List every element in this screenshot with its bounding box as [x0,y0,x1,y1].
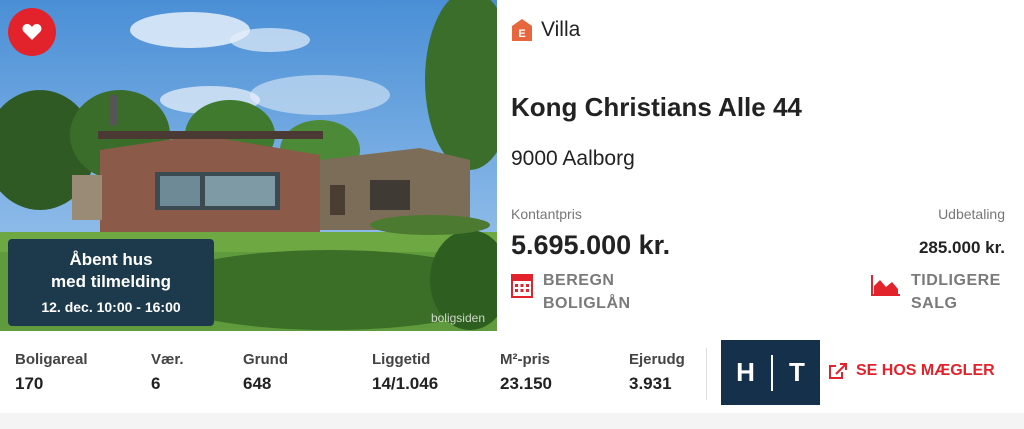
city: 9000 Aalborg [511,147,635,170]
stat-label: M²-pris [500,351,550,368]
see-broker-label: SE HOS MÆGLER [856,362,995,379]
stats-row: Boligareal 170 Vær. 6 Grund 648 Liggetid… [0,331,700,413]
heart-icon [22,24,42,40]
stat-rooms: Vær. 6 [151,351,184,394]
area-chart-icon [871,275,900,296]
stat-label: Liggetid [372,351,431,368]
stat-label: Vær. [151,351,184,368]
stat-value: 6 [151,374,161,393]
property-type-label: Villa [541,18,581,41]
open-house-title: Åbent hus [69,250,153,269]
stat-label: Boligareal [15,351,88,368]
stat-value: 648 [243,374,272,393]
stat-value: 3.931 [629,374,672,393]
stat-label: Ejerudg [629,351,685,368]
open-external-icon [829,363,847,379]
calculator-icon [511,274,533,298]
listing-card[interactable]: Åbent hus med tilmelding 12. dec. 10:00 … [0,0,1024,413]
previous-sales-line1: TIDLIGERE [911,272,1001,289]
stat-price-per-sqm: M²-pris 23.150 [500,351,552,394]
open-house-badge[interactable]: Åbent hus med tilmelding 12. dec. 10:00 … [8,239,214,326]
stat-plot: Grund 648 [243,351,288,394]
see-broker-link[interactable]: SE HOS MÆGLER [828,362,995,380]
favorite-button[interactable] [8,8,56,56]
calculate-loan-line2: BOLIGLÅN [543,295,631,312]
stat-value: 23.150 [500,374,552,393]
watermark: boligsiden [430,311,485,325]
broker-logo-right: T [788,357,805,387]
calculate-loan-button[interactable]: BEREGN BOLIGLÅN [511,269,631,315]
stat-living-area: Boligareal 170 [15,351,88,394]
previous-sales-button[interactable]: TIDLIGERE SALG [871,269,1001,315]
address[interactable]: Kong Christians Alle 44 [511,92,802,123]
open-house-time: 12. dec. 10:00 - 16:00 [41,299,181,315]
stat-days-listed: Liggetid 14/1.046 [372,351,438,394]
down-payment-label: Udbetaling [938,206,1005,222]
energy-label-icon: E [512,19,532,41]
divider [706,348,707,400]
property-type: E Villa [511,18,580,42]
stat-value: 14/1.046 [372,374,439,393]
stat-owner-expenses: Ejerudg 3.931 [629,351,685,394]
property-photo[interactable]: Åbent hus med tilmelding 12. dec. 10:00 … [0,0,497,331]
calculate-loan-line1: BEREGN [543,272,615,289]
down-payment: 285.000 kr. [918,238,1005,257]
energy-label-letter: E [518,28,525,40]
open-house-subtitle: med tilmelding [51,272,171,291]
cash-price: 5.695.000 kr. [511,230,671,260]
stat-value: 170 [15,374,44,393]
broker-logo-separator [770,354,773,391]
broker-logo[interactable]: H T [721,340,820,405]
previous-sales-line2: SALG [911,295,958,312]
stat-label: Grund [243,351,288,368]
cash-price-label: Kontantpris [511,206,582,222]
broker-logo-left: H [736,357,755,387]
